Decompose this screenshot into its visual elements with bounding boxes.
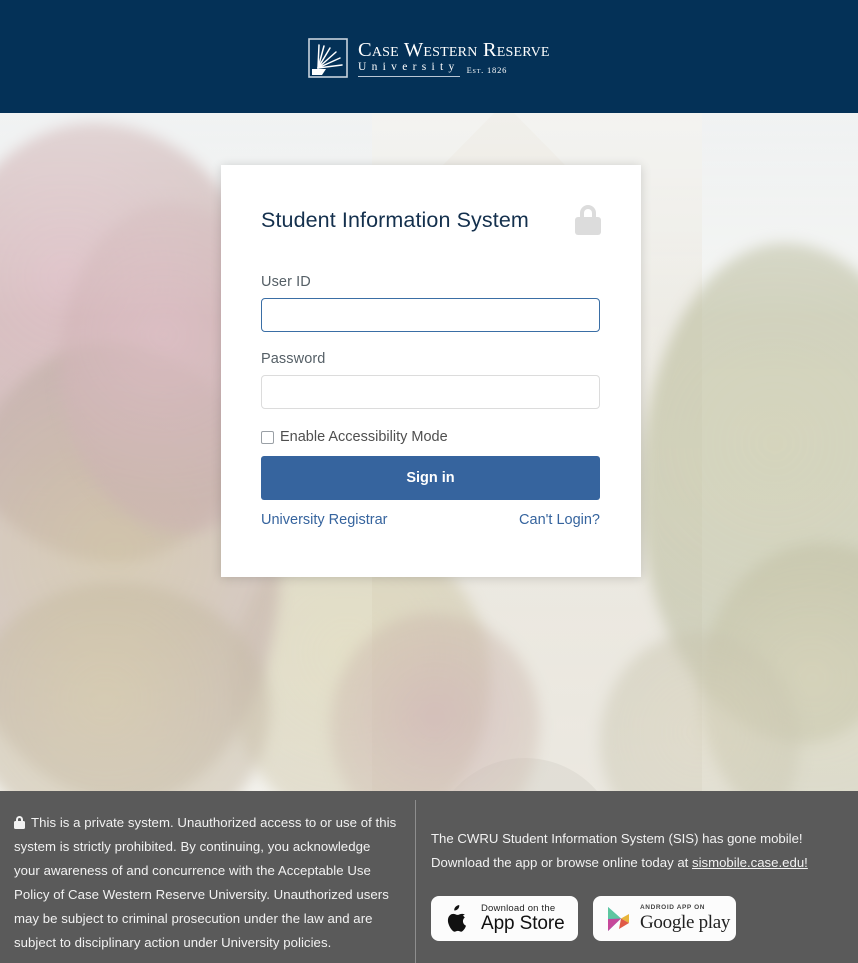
apple-app-store-badge[interactable]: Download on the App Store [431,896,578,941]
accessibility-mode-row[interactable]: Enable Accessibility Mode [261,429,601,445]
accessibility-checkbox[interactable] [261,430,274,444]
sign-in-button[interactable]: Sign in [261,456,600,500]
userid-input[interactable] [261,298,600,332]
mobile-subtext: Download the app or browse online today … [431,855,692,870]
logo-subtitle: University [358,61,460,77]
apple-icon [445,904,471,934]
private-system-notice: This is a private system. Unauthorized a… [14,811,399,955]
cant-login-link[interactable]: Can't Login? [519,512,600,528]
card-links: University Registrar Can't Login? [261,512,600,528]
sismobile-link[interactable]: sismobile.case.edu! [692,855,808,870]
logo-title: Case Western Reserve [358,38,550,61]
google-play-icon [605,905,631,933]
app-store-badges: Download on the App Store ANDROID APP ON… [431,896,808,941]
university-registrar-link[interactable]: University Registrar [261,512,388,528]
password-label: Password [261,351,326,367]
apple-badge-large-text: App Store [481,913,565,935]
mobile-promo: The CWRU Student Information System (SIS… [431,827,808,941]
accessibility-label: Enable Accessibility Mode [280,429,448,445]
lock-icon [14,816,25,829]
google-play-badge[interactable]: ANDROID APP ON Google play [593,896,736,941]
cwru-sunburst-book-icon [308,38,348,78]
site-header: Case Western Reserve University Est. 182… [0,0,858,113]
google-badge-small-text: ANDROID APP ON [640,903,706,911]
password-input[interactable] [261,375,600,409]
userid-label: User ID [261,274,311,290]
page-title: Student Information System [261,207,529,232]
cwru-logo[interactable]: Case Western Reserve University Est. 182… [308,36,556,80]
login-card-header: Student Information System [261,205,601,235]
footer-divider [415,800,416,963]
lock-icon [575,205,601,235]
login-card: Student Information System User ID Passw… [221,165,641,577]
private-system-text: This is a private system. Unauthorized a… [14,815,397,950]
site-footer: This is a private system. Unauthorized a… [0,791,858,963]
google-badge-large-text: Google play [640,912,731,934]
apple-badge-small-text: Download on the [481,902,556,914]
mobile-headline: The CWRU Student Information System (SIS… [431,831,803,846]
logo-established: Est. 1826 [466,65,508,75]
